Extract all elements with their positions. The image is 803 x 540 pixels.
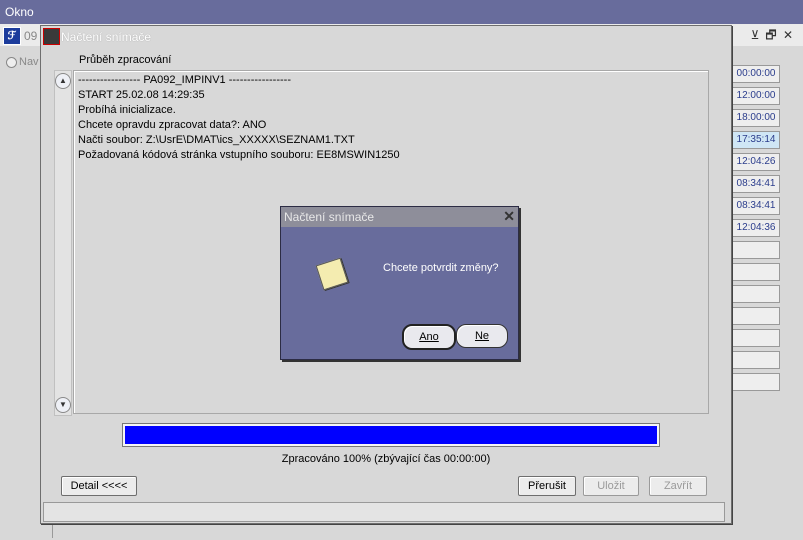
scroll-down-icon[interactable]: ▼: [55, 397, 71, 413]
log-line: START 25.02.08 14:29:35: [78, 89, 205, 101]
progress-bar: [122, 423, 660, 447]
status-bar: [43, 502, 725, 522]
time-field[interactable]: 12:04:36: [732, 219, 780, 237]
yes-button[interactable]: Ano: [402, 324, 456, 350]
section-label: Průběh zpracování: [79, 54, 172, 66]
time-field[interactable]: [732, 329, 780, 347]
menubar: Okno: [0, 0, 803, 24]
time-field[interactable]: 08:34:41: [732, 175, 780, 193]
minimize-icon[interactable]: ⊻: [748, 28, 762, 42]
time-field[interactable]: 18:00:00: [732, 109, 780, 127]
dialog-titlebar: Načtení snímače: [41, 26, 731, 46]
time-field[interactable]: 08:34:41: [732, 197, 780, 215]
modal-titlebar: Načtení snímače ✕: [281, 207, 518, 227]
log-line: Požadovaná kódová stránka vstupního soub…: [78, 149, 400, 161]
time-field[interactable]: [732, 241, 780, 259]
log-scrollbar[interactable]: ▲ ▼: [54, 70, 72, 416]
time-field[interactable]: 12:00:00: [732, 87, 780, 105]
modal-title: Načtení snímače: [284, 210, 375, 224]
time-field[interactable]: [732, 373, 780, 391]
scroll-up-icon[interactable]: ▲: [55, 73, 71, 89]
forms-app-icon: ℱ: [3, 27, 21, 45]
log-line: ----------------- PA092_IMPINV1 --------…: [78, 74, 291, 86]
modal-message: Chcete potvrdit změny?: [383, 262, 499, 274]
save-button[interactable]: Uložit: [583, 476, 639, 496]
time-field[interactable]: 17:35:14: [732, 131, 780, 149]
close-icon[interactable]: ✕: [503, 208, 515, 225]
log-line: Načti soubor: Z:\UsrE\DMAT\ics_XXXXX\SEZ…: [78, 134, 355, 146]
time-field-column: 00:00:00 12:00:00 18:00:00 17:35:14 12:04:26…: [732, 65, 780, 395]
time-field[interactable]: [732, 285, 780, 303]
progress-bar-fill: [125, 426, 657, 444]
progress-status-text: Zpracováno 100% (zbývající čas 00:00:00): [281, 453, 491, 465]
log-line: Chcete opravdu zpracovat data?: ANO: [78, 119, 267, 131]
background-window-title: 09: [24, 29, 38, 43]
log-line: Probíhá inicializace.: [78, 104, 176, 116]
confirm-modal: Načtení snímače ✕ Chcete potvrdit změny?…: [280, 206, 519, 360]
dialog-title: Načtení snímače: [61, 30, 152, 44]
time-field[interactable]: [732, 263, 780, 281]
time-field[interactable]: 00:00:00: [732, 65, 780, 83]
note-icon: [315, 257, 349, 291]
detail-button[interactable]: Detail <<<<: [61, 476, 137, 496]
menu-okno[interactable]: Okno: [5, 5, 34, 19]
time-field[interactable]: [732, 351, 780, 369]
radio-nav[interactable]: Nav: [6, 56, 39, 68]
radio-icon: [6, 56, 17, 68]
yes-button-label: Ano: [419, 331, 439, 343]
radio-nav-label: Nav: [19, 56, 39, 68]
no-button[interactable]: Ne: [456, 324, 508, 348]
close-button[interactable]: Zavřít: [649, 476, 707, 496]
close-icon[interactable]: ✕: [781, 28, 795, 42]
app-icon: [43, 28, 60, 45]
interrupt-button[interactable]: Přerušit: [518, 476, 576, 496]
time-field[interactable]: [732, 307, 780, 325]
time-field[interactable]: 12:04:26: [732, 153, 780, 171]
no-button-label: Ne: [474, 330, 490, 342]
restore-icon[interactable]: 🗗: [764, 28, 778, 42]
